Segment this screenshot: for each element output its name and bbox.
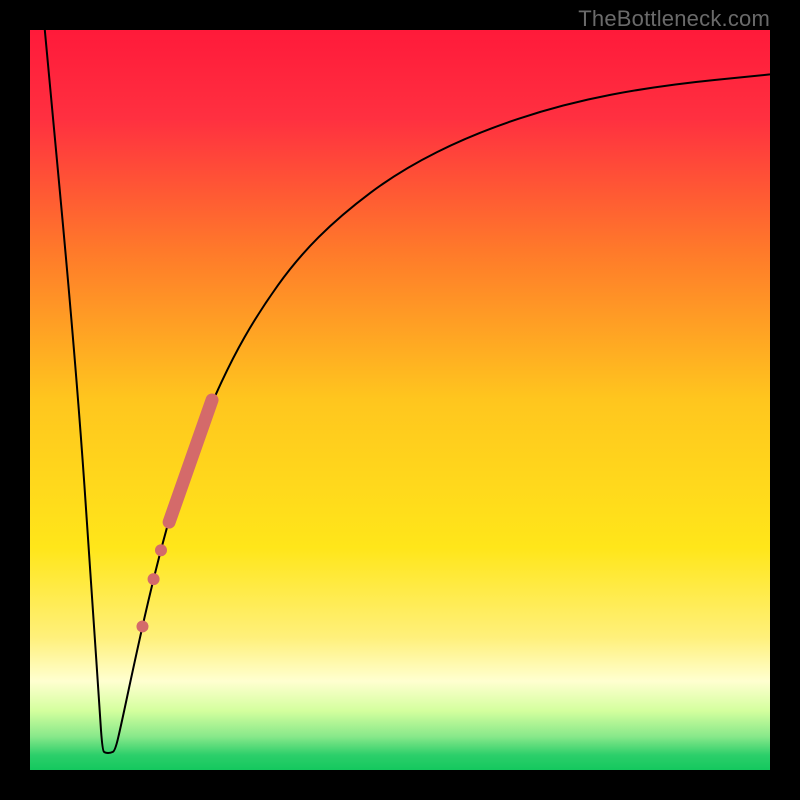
background-gradient — [30, 30, 770, 770]
marker-dot — [155, 544, 167, 556]
marker-dot — [136, 620, 148, 632]
watermark-text: TheBottleneck.com — [578, 6, 770, 32]
chart-svg — [30, 30, 770, 770]
marker-dot — [148, 573, 160, 585]
chart-frame: TheBottleneck.com — [0, 0, 800, 800]
plot-area — [30, 30, 770, 770]
